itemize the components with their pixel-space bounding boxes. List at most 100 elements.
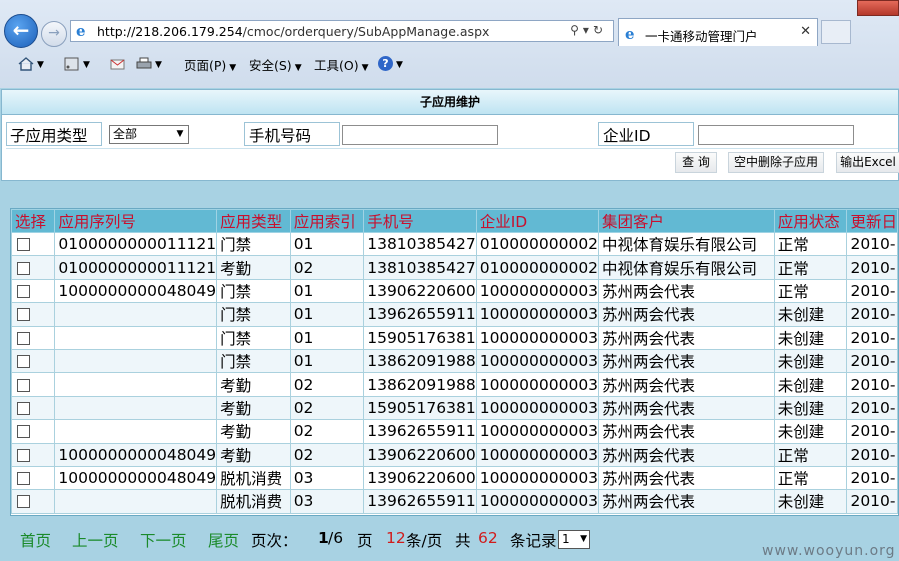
column-header: 应用序列号 [54,209,218,233]
table-cell: 01 [289,302,365,327]
table-row: 1000000000048049 脱机消费 03 13906220600 1000000… [10,465,898,491]
select-cell [10,442,56,467]
prev-page-link[interactable]: 上一页 [72,529,119,551]
table-cell: 01 [289,325,365,350]
menu-tools[interactable]: 工具(O) ▼ [314,55,369,74]
row-checkbox[interactable] [17,308,30,322]
query-button[interactable]: 查 询 [675,152,717,173]
help-icon[interactable]: ? ▼ [378,55,403,71]
select-cell [10,302,56,327]
table-cell: 13906220600 [363,442,477,467]
new-tab-button[interactable] [821,20,851,44]
column-header: 应用类型 [216,209,291,233]
results-table: 选择 应用序列号 应用类型 应用索引 手机号 企业ID 集团客户 应用状态 更新日 010000… [10,209,898,514]
url-text: http://218.206.179.254/cmoc/orderquery/S… [97,24,489,39]
total-label: 共 [455,532,471,550]
app-type-select[interactable]: 全部 ▼ [109,125,189,144]
select-cell [10,325,56,350]
panel-title: 子应用维护 [2,90,898,115]
table-cell: 苏州两会代表 [598,395,775,421]
table-cell: 100000000003 [475,465,600,491]
table-cell: 0100000000011121 [54,231,218,257]
row-checkbox[interactable] [17,238,30,252]
row-checkbox[interactable] [17,425,30,439]
menu-safety[interactable]: 安全(S) ▼ [249,55,302,74]
table-cell: 考勤 [216,255,291,280]
table-cell: 13906220600 [363,278,477,304]
table-cell: 未创建 [773,348,848,374]
home-icon[interactable]: ▼ [18,55,44,71]
mail-icon[interactable] [110,55,126,71]
browser-tab[interactable]: e 一卡通移动管理门户 ✕ [618,18,818,46]
table-cell [54,419,218,444]
table-cell: 2010- [846,255,898,280]
phone-input[interactable] [342,125,498,145]
table-cell: 02 [289,395,365,421]
row-checkbox[interactable] [17,472,30,486]
menu-page[interactable]: 页面(P) ▼ [184,55,236,74]
select-cell [10,419,56,444]
table-cell: 未创建 [773,302,848,327]
url-host: http://218.206.179.254 [97,24,243,39]
last-page-link[interactable]: 尾页 [208,529,239,551]
dropdown-arrow-icon[interactable]: ▾ [583,23,593,37]
table-cell: 02 [289,255,365,280]
page-jump-select[interactable]: 1 ▼ [558,530,590,549]
feeds-icon[interactable]: ▼ [64,55,90,71]
table-cell: 1000000000048049 [54,278,218,304]
row-checkbox[interactable] [17,495,30,509]
table-cell: 门禁 [216,302,291,327]
close-tab-icon[interactable]: ✕ [800,24,811,39]
app-type-label: 子应用类型 [10,127,88,145]
table-cell: 02 [289,442,365,467]
table-cell [54,325,218,350]
table-cell: 13810385427 [363,231,477,257]
table-row: 考勤 02 13962655911 100000000003 苏州两会代表 未创建 2010… [10,419,898,444]
row-checkbox[interactable] [17,284,30,298]
row-checkbox[interactable] [17,378,30,392]
tab-title: 一卡通移动管理门户 [645,29,758,44]
table-cell: 正常 [773,255,848,280]
address-bar[interactable]: e http://218.206.179.254/cmoc/orderquery… [70,20,614,42]
filter-row: 子应用类型 全部 ▼ 手机号码 企业ID [6,122,898,146]
table-cell: 13962655911 [363,489,477,514]
row-checkbox[interactable] [17,355,30,369]
export-excel-button[interactable]: 输出Excel [836,152,899,173]
table-cell: 2010- [846,231,898,257]
window-close-button[interactable] [857,0,899,16]
table-cell: 100000000003 [475,278,600,304]
row-checkbox[interactable] [17,331,30,345]
company-id-input[interactable] [698,125,854,145]
table-cell: 15905176381 [363,325,477,350]
table-row: 门禁 01 13862091988 100000000003 苏州两会代表 未创建 2010… [10,348,898,374]
forward-button[interactable]: → [41,21,67,47]
table-cell: 010000000002 [475,231,600,257]
table-cell: 2010- [846,395,898,421]
delete-subapp-button[interactable]: 空中删除子应用 [728,152,824,173]
table-cell: 苏州两会代表 [598,372,775,397]
back-button[interactable]: ← [4,14,38,48]
page-content: 子应用维护 子应用类型 全部 ▼ 手机号码 企业ID 查 询 空中删除子应用 输… [0,88,899,561]
first-page-link[interactable]: 首页 [20,529,51,551]
refresh-icon[interactable]: ↻ [593,23,607,37]
search-icon[interactable]: ⚲ [570,23,583,37]
table-row: 考勤 02 15905176381 100000000003 苏州两会代表 未创建 2010… [10,395,898,421]
table-cell: 2010- [846,348,898,374]
table-cell: 门禁 [216,325,291,350]
table-cell: 03 [289,465,365,491]
table-row: 1000000000048049 门禁 01 13906220600 100000000… [10,278,898,304]
select-cell [10,465,56,491]
row-checkbox[interactable] [17,401,30,415]
table-cell: 2010- [846,372,898,397]
table-cell: 未创建 [773,325,848,350]
table-cell: 未创建 [773,419,848,444]
table-cell: 02 [289,372,365,397]
row-checkbox[interactable] [17,448,30,462]
page-jump-value: 1 [562,532,570,546]
table-cell: 13962655911 [363,419,477,444]
print-icon[interactable]: ▼ [136,55,162,71]
row-checkbox[interactable] [17,261,30,275]
table-row: 脱机消费 03 13962655911 100000000003 苏州两会代表 未创建 20… [10,489,898,514]
next-page-link[interactable]: 下一页 [140,529,187,551]
table-cell: 100000000003 [475,302,600,327]
